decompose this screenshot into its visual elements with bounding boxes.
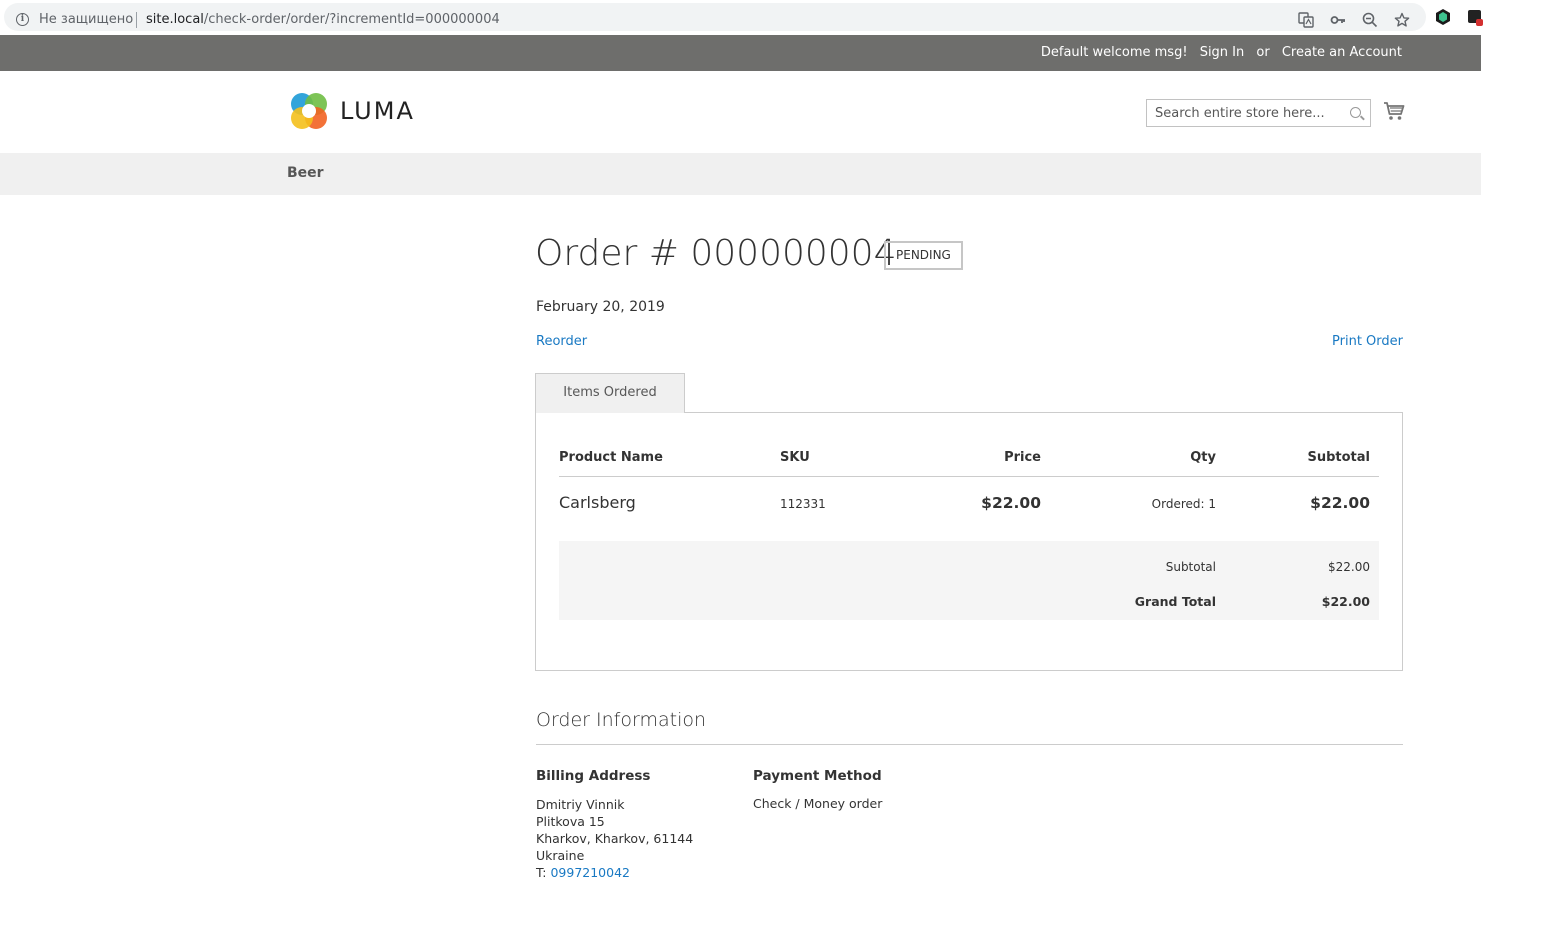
- tab-items-ordered[interactable]: Items Ordered: [535, 373, 685, 413]
- order-date: February 20, 2019: [536, 299, 665, 315]
- column-header-subtotal: Subtotal: [1307, 450, 1370, 465]
- omnibox[interactable]: i Не защищено site.local/check-order/ord…: [4, 3, 1426, 31]
- or-text: or: [1256, 45, 1270, 60]
- extension-icon[interactable]: [1436, 9, 1450, 25]
- print-order-link[interactable]: Print Order: [1332, 334, 1403, 349]
- billing-address: Dmitriy Vinnik Plitkova 15 Kharkov, Khar…: [536, 796, 693, 881]
- logo[interactable]: LUMA: [288, 91, 428, 131]
- search-input[interactable]: [1147, 100, 1337, 126]
- order-information-title: Order Information: [536, 709, 707, 731]
- star-icon[interactable]: [1394, 12, 1410, 28]
- welcome-message: Default welcome msg!: [1040, 45, 1188, 60]
- subtotal-value: $22.00: [1328, 560, 1370, 574]
- omnibox-divider: [136, 12, 137, 28]
- billing-address-title: Billing Address: [536, 768, 651, 784]
- browser-address-bar: i Не защищено site.local/check-order/ord…: [0, 0, 1483, 34]
- site-header: LUMA: [0, 71, 1481, 153]
- product-subtotal: $22.00: [1310, 494, 1370, 512]
- column-header-sku: SKU: [780, 450, 810, 465]
- grand-total-value: $22.00: [1321, 594, 1370, 609]
- order-totals: Subtotal $22.00 Grand Total $22.00: [559, 541, 1379, 620]
- info-icon[interactable]: i: [16, 13, 29, 26]
- search-box: [1146, 99, 1371, 127]
- billing-city: Kharkov, Kharkov, 61144: [536, 831, 694, 846]
- translate-icon[interactable]: [1298, 12, 1314, 28]
- extension-badge-icon[interactable]: [1468, 10, 1483, 26]
- product-qty: Ordered: 1: [1151, 497, 1216, 511]
- cart-icon[interactable]: [1383, 101, 1405, 121]
- security-label[interactable]: Не защищено: [39, 12, 133, 27]
- column-header-qty: Qty: [1190, 450, 1216, 465]
- url-path: /check-order/order/?incrementId=00000000…: [203, 12, 500, 27]
- order-information-divider: [536, 744, 1403, 745]
- subtotal-label: Subtotal: [1165, 560, 1216, 574]
- column-header-price: Price: [1004, 450, 1041, 465]
- product-name: Carlsberg: [559, 493, 636, 512]
- billing-name: Dmitriy Vinnik: [536, 797, 625, 812]
- url-text[interactable]: site.local/check-order/order/?incrementI…: [146, 12, 500, 27]
- luma-logo-icon: [291, 93, 327, 129]
- sign-in-link[interactable]: Sign In: [1200, 45, 1245, 60]
- payment-method-title: Payment Method: [753, 768, 882, 784]
- header-links: Default welcome msg! Sign In or Create a…: [1033, 45, 1402, 60]
- page-title: Order # 000000004: [535, 233, 897, 274]
- phone-prefix: T:: [536, 865, 547, 880]
- reorder-link[interactable]: Reorder: [536, 334, 587, 349]
- table-header-divider: [559, 476, 1379, 477]
- product-sku: 112331: [780, 497, 826, 511]
- create-account-link[interactable]: Create an Account: [1282, 45, 1402, 60]
- billing-street: Plitkova 15: [536, 814, 605, 829]
- items-ordered-panel: Product Name SKU Price Qty Subtotal Carl…: [535, 412, 1403, 671]
- product-price: $22.00: [981, 494, 1041, 512]
- nav-item-beer[interactable]: Beer: [287, 165, 324, 181]
- grand-total-label: Grand Total: [1134, 594, 1216, 609]
- zoom-out-icon[interactable]: [1362, 12, 1378, 28]
- payment-method: Check / Money order: [753, 796, 883, 811]
- panel-header: Default welcome msg! Sign In or Create a…: [0, 35, 1481, 71]
- phone-link[interactable]: 0997210042: [550, 865, 630, 880]
- main-navigation: Beer: [0, 153, 1481, 195]
- search-icon[interactable]: [1350, 107, 1361, 118]
- key-icon[interactable]: [1330, 12, 1346, 28]
- url-host: site.local: [146, 12, 204, 27]
- order-status-badge: PENDING: [884, 241, 963, 270]
- logo-text: LUMA: [340, 97, 415, 125]
- column-header-product-name: Product Name: [559, 450, 663, 465]
- billing-phone-line: T: 0997210042: [536, 864, 693, 881]
- billing-country: Ukraine: [536, 848, 585, 863]
